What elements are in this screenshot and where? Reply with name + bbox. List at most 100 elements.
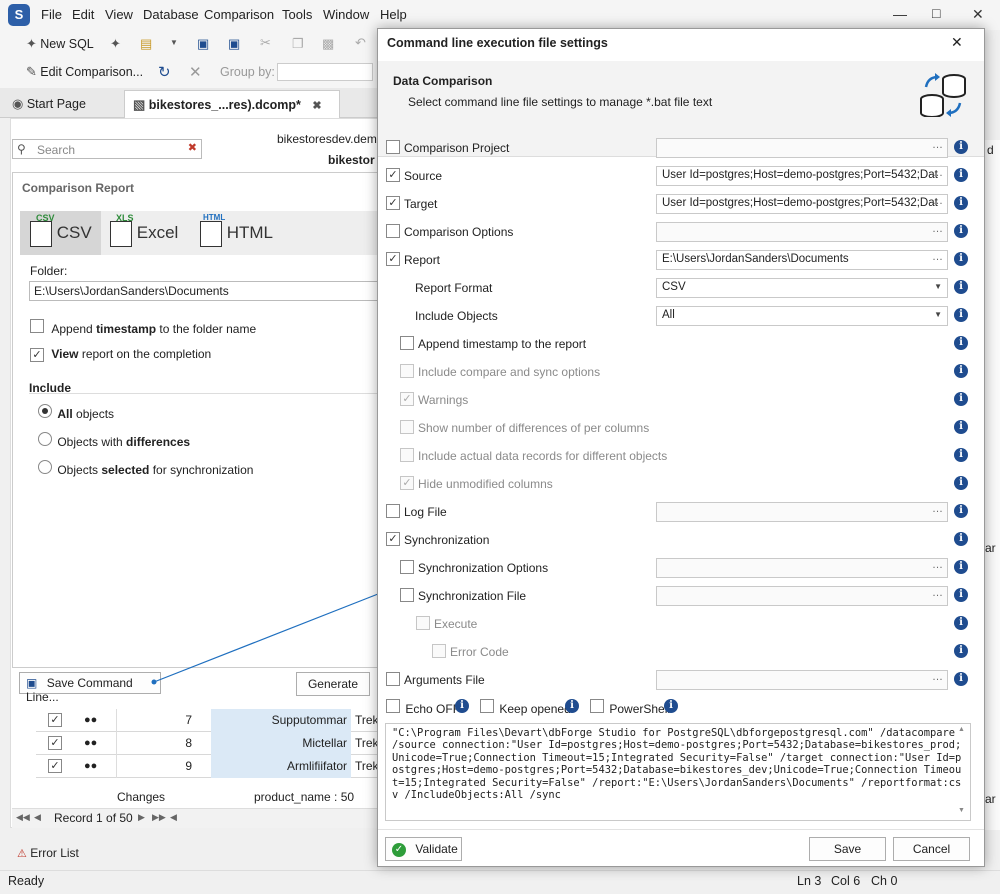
status-ready: Ready: [8, 874, 45, 888]
info-icon[interactable]: i: [954, 196, 968, 210]
setting-label: Warnings: [418, 393, 469, 407]
info-icon[interactable]: i: [565, 699, 579, 713]
setting-value-field[interactable]: …: [656, 502, 948, 522]
setting-label: Include Objects: [415, 309, 498, 323]
table-row[interactable]: ✓ ●● 9 Armlifiifator Trek Conc: [36, 755, 381, 778]
info-icon[interactable]: i: [954, 476, 968, 490]
row-checkbox[interactable]: ✓: [48, 759, 62, 773]
info-icon[interactable]: i: [954, 252, 968, 266]
setting-checkbox[interactable]: [386, 672, 400, 686]
dropdown-arrow-icon[interactable]: ▼: [934, 310, 942, 319]
info-icon[interactable]: i: [954, 672, 968, 686]
setting-value-field[interactable]: …: [656, 586, 948, 606]
status-dots-icon: ●●: [84, 714, 98, 726]
table-row[interactable]: ✓ ●● 8 Mictellar Trek Reme: [36, 732, 381, 755]
info-icon[interactable]: i: [954, 280, 968, 294]
row-name: Mictellar: [211, 732, 351, 755]
callout-connector: [153, 593, 379, 683]
keep-opened-checkbox[interactable]: [480, 699, 494, 713]
record-navigator: ◀◀ ◀ Record 1 of 50 ▶ ▶▶ ◀: [12, 808, 380, 828]
browse-ellipsis-icon[interactable]: …: [932, 587, 943, 599]
browse-ellipsis-icon[interactable]: …: [932, 223, 943, 235]
setting-value: User Id=postgres;Host=demo-postgres;Port…: [662, 169, 938, 181]
row-checkbox[interactable]: ✓: [48, 736, 62, 750]
browse-ellipsis-icon[interactable]: …: [932, 559, 943, 571]
setting-checkbox[interactable]: ✓: [386, 532, 400, 546]
setting-checkbox[interactable]: [400, 588, 414, 602]
info-icon[interactable]: i: [954, 588, 968, 602]
info-icon[interactable]: i: [954, 168, 968, 182]
info-icon[interactable]: i: [954, 532, 968, 546]
setting-value-field[interactable]: …: [656, 558, 948, 578]
setting-value-field[interactable]: …: [656, 138, 948, 158]
validate-button[interactable]: ✓ Validate: [385, 837, 462, 861]
browse-ellipsis-icon[interactable]: …: [932, 195, 943, 207]
next-record-icon[interactable]: ▶: [138, 812, 145, 823]
browse-ellipsis-icon[interactable]: …: [932, 167, 943, 179]
last-record-icon[interactable]: ▶▶: [152, 812, 166, 823]
scroll-left-icon[interactable]: ◀: [170, 812, 177, 823]
setting-label: Target: [404, 197, 438, 211]
setting-checkbox[interactable]: ✓: [386, 168, 400, 182]
table-row[interactable]: ✓ ●● 7 Supputommar Trek Slash: [36, 709, 381, 732]
info-icon[interactable]: i: [954, 308, 968, 322]
status-dots-icon: ●●: [84, 760, 98, 772]
setting-checkbox[interactable]: [400, 364, 414, 378]
echo-off-checkbox[interactable]: [386, 699, 400, 713]
browse-ellipsis-icon[interactable]: …: [932, 139, 943, 151]
setting-checkbox[interactable]: [432, 644, 446, 658]
setting-checkbox[interactable]: [400, 420, 414, 434]
browse-ellipsis-icon[interactable]: …: [932, 671, 943, 683]
setting-checkbox[interactable]: [400, 336, 414, 350]
info-icon[interactable]: i: [664, 699, 678, 713]
setting-checkbox[interactable]: [386, 504, 400, 518]
setting-checkbox[interactable]: ✓: [386, 252, 400, 266]
dropdown-arrow-icon[interactable]: ▼: [934, 282, 942, 291]
cancel-button[interactable]: Cancel: [893, 837, 970, 861]
info-icon[interactable]: i: [954, 224, 968, 238]
scroll-up-icon[interactable]: ▲: [958, 726, 965, 733]
echo-off-option[interactable]: Echo OFF: [386, 699, 460, 716]
info-icon[interactable]: i: [954, 448, 968, 462]
setting-select[interactable]: All ▼: [656, 306, 948, 326]
setting-value-field[interactable]: User Id=postgres;Host=demo-postgres;Port…: [656, 166, 948, 186]
browse-ellipsis-icon[interactable]: …: [932, 503, 943, 515]
info-icon[interactable]: i: [954, 336, 968, 350]
setting-checkbox[interactable]: ✓: [386, 196, 400, 210]
browse-ellipsis-icon[interactable]: …: [932, 251, 943, 263]
scroll-down-icon[interactable]: ▼: [958, 807, 965, 814]
info-icon[interactable]: i: [954, 392, 968, 406]
keep-opened-option[interactable]: Keep opened: [480, 699, 571, 716]
info-icon[interactable]: i: [954, 616, 968, 630]
info-icon[interactable]: i: [455, 699, 469, 713]
powershell-checkbox[interactable]: [590, 699, 604, 713]
error-list-tab[interactable]: ⚠ Error List: [17, 846, 79, 860]
info-icon[interactable]: i: [954, 420, 968, 434]
setting-checkbox[interactable]: [386, 224, 400, 238]
setting-checkbox[interactable]: [386, 140, 400, 154]
setting-label: Log File: [404, 505, 447, 519]
info-icon[interactable]: i: [954, 644, 968, 658]
setting-checkbox[interactable]: [400, 560, 414, 574]
info-icon[interactable]: i: [954, 364, 968, 378]
info-icon[interactable]: i: [954, 560, 968, 574]
save-button[interactable]: Save: [809, 837, 886, 861]
setting-select[interactable]: CSV ▼: [656, 278, 948, 298]
setting-checkbox[interactable]: ✓: [400, 476, 414, 490]
first-record-icon[interactable]: ◀◀: [16, 812, 30, 823]
setting-value-field[interactable]: …: [656, 670, 948, 690]
command-text-area[interactable]: "C:\Program Files\Devart\dbForge Studio …: [385, 723, 971, 821]
info-icon[interactable]: i: [954, 140, 968, 154]
setting-value-field[interactable]: …: [656, 222, 948, 242]
setting-checkbox[interactable]: [400, 448, 414, 462]
setting-checkbox[interactable]: ✓: [400, 392, 414, 406]
previous-record-icon[interactable]: ◀: [34, 812, 41, 823]
row-checkbox[interactable]: ✓: [48, 713, 62, 727]
setting-checkbox[interactable]: [416, 616, 430, 630]
info-icon[interactable]: i: [954, 504, 968, 518]
setting-value-field[interactable]: E:\Users\JordanSanders\Documents…: [656, 250, 948, 270]
command-line-settings-dialog: Command line execution file settings ✕ D…: [377, 28, 985, 867]
setting-label: Hide unmodified columns: [418, 477, 553, 491]
powershell-option[interactable]: PowerShell: [590, 699, 670, 716]
setting-value-field[interactable]: User Id=postgres;Host=demo-postgres;Port…: [656, 194, 948, 214]
